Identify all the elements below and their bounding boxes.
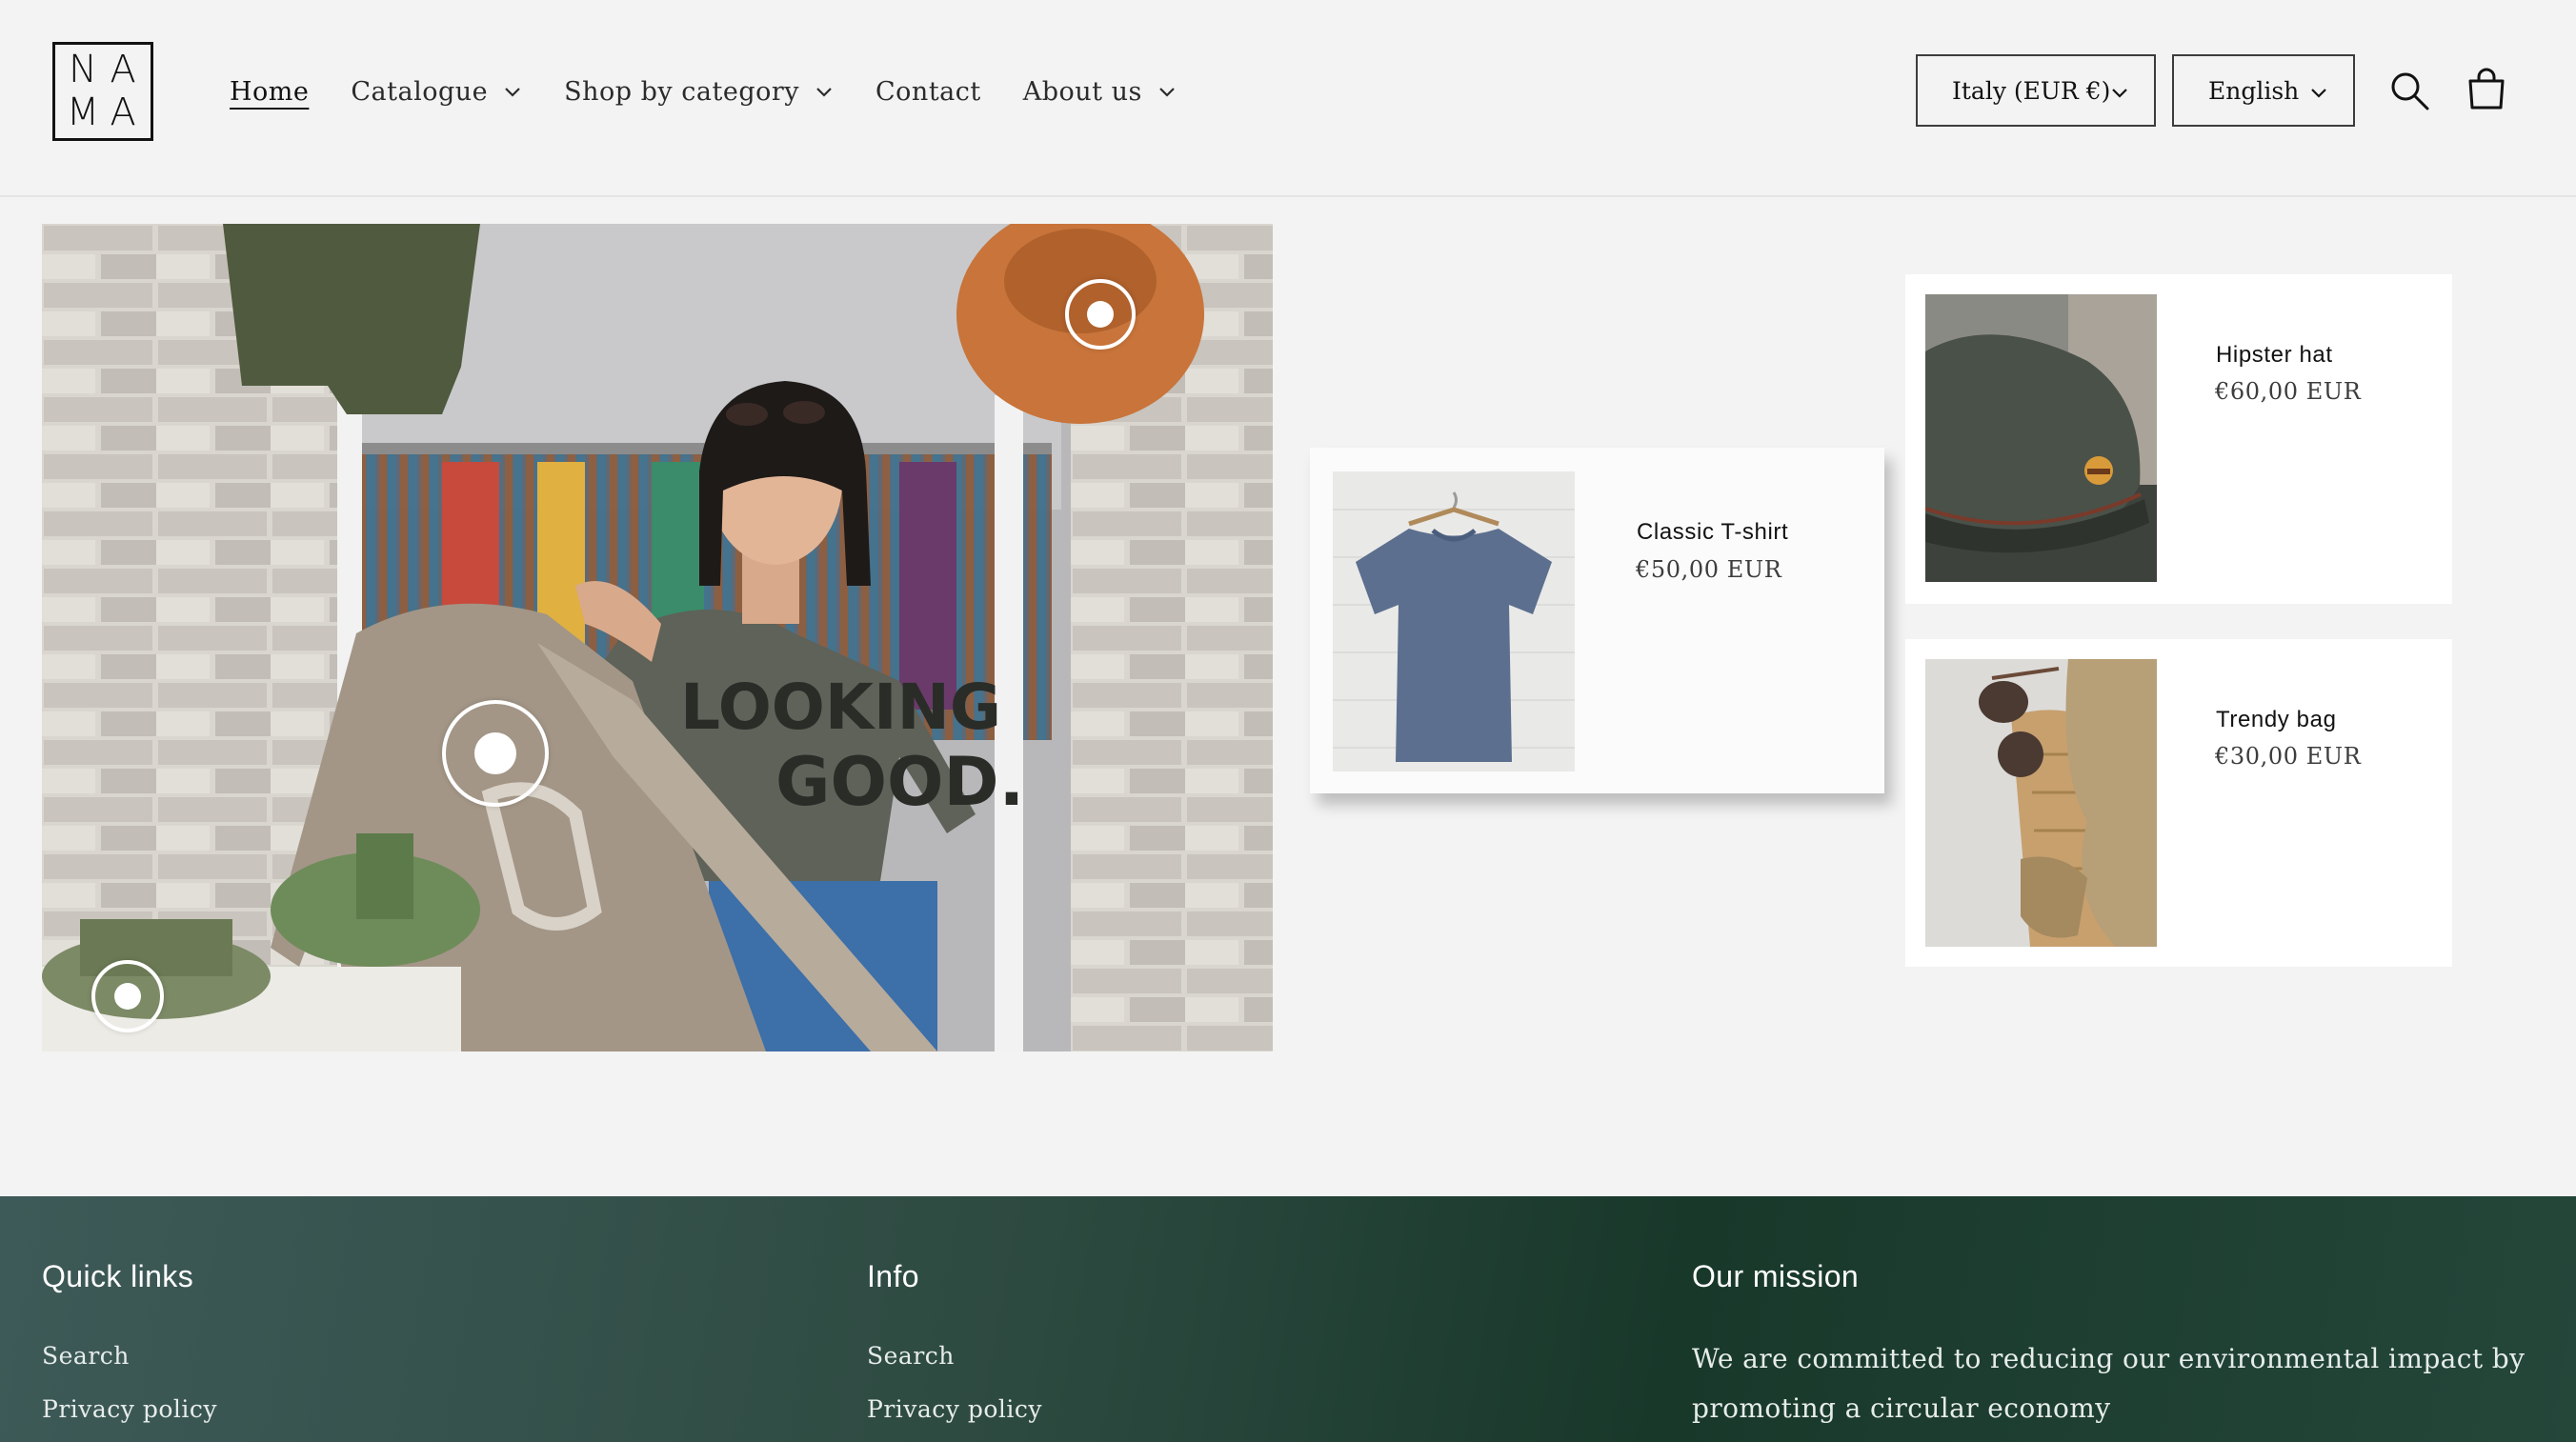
site-footer: Quick links Search Privacy policy Info S…	[0, 1196, 2576, 1442]
nav-item-contact[interactable]: Contact	[875, 77, 981, 107]
country-selector-label: Italy (EUR €)	[1952, 76, 2111, 105]
logo-letter: M	[66, 90, 100, 134]
hotspot-dot	[114, 983, 141, 1010]
footer-link-search[interactable]: Search	[42, 1342, 217, 1370]
product-name: Classic T-shirt	[1637, 519, 1789, 545]
lookbook-photo: LOOKING GOOD.	[42, 224, 1273, 1051]
footer-info: Info Search Privacy policy	[867, 1259, 1042, 1442]
product-price: €30,00 EUR	[2215, 743, 2362, 770]
hotspot-dot	[1087, 301, 1114, 328]
mission-text: We are committed to reducing our environ…	[1692, 1343, 2526, 1424]
store-logo[interactable]: N A M A	[52, 42, 153, 141]
footer-link-privacy-policy[interactable]: Privacy policy	[867, 1395, 1042, 1423]
chevron-down-icon	[2309, 86, 2328, 99]
nav-label: Catalogue	[351, 76, 489, 107]
nav-item-shop-by-category[interactable]: Shop by category	[564, 77, 834, 107]
footer-quick-links: Quick links Search Privacy policy	[42, 1259, 217, 1442]
product-name: Trendy bag	[2216, 707, 2337, 732]
lookbook-hotspot[interactable]	[91, 960, 164, 1032]
nav-item-about-us[interactable]: About us	[1023, 77, 1177, 107]
lookbook-hotspot[interactable]	[1065, 279, 1136, 350]
product-image	[1925, 294, 2157, 582]
language-selector[interactable]: English	[2172, 54, 2355, 127]
chevron-down-icon	[2110, 86, 2129, 99]
product-card-hipster-hat[interactable]: Hipster hat €60,00 EUR	[1905, 274, 2452, 604]
main-navigation: Home Catalogue Shop by category Contact …	[230, 67, 1218, 116]
footer-link-privacy-policy[interactable]: Privacy policy	[42, 1395, 217, 1423]
logo-letter: A	[110, 48, 136, 91]
footer-mission: Our mission We are committed to reducing…	[1692, 1259, 2530, 1433]
footer-heading: Our mission	[1692, 1259, 1860, 1293]
nav-label: About us	[1022, 76, 1142, 107]
search-icon[interactable]	[2389, 70, 2431, 112]
shirt-print: LOOKING	[680, 671, 1001, 744]
lookbook-hotspot[interactable]	[442, 700, 549, 807]
product-card-trendy-bag[interactable]: Trendy bag €30,00 EUR	[1905, 639, 2452, 967]
cart-icon[interactable]	[2465, 68, 2507, 110]
nav-label: Contact	[875, 76, 981, 107]
site-header: N A M A Home Catalogue Shop by category …	[0, 0, 2576, 197]
logo-letter: A	[110, 90, 136, 134]
chevron-down-icon	[815, 85, 834, 98]
product-price: €50,00 EUR	[1636, 556, 1782, 583]
country-selector[interactable]: Italy (EUR €)	[1916, 54, 2156, 127]
footer-heading: Quick links	[42, 1259, 194, 1293]
lookbook-image: LOOKING GOOD.	[42, 224, 1273, 1051]
product-price: €60,00 EUR	[2215, 378, 2362, 405]
product-image	[1925, 659, 2157, 947]
chevron-down-icon	[1157, 85, 1177, 98]
shirt-print: GOOD.	[775, 743, 1024, 821]
footer-link-search[interactable]: Search	[867, 1342, 1042, 1370]
nav-label: Shop by category	[564, 76, 800, 107]
logo-letter: N	[69, 48, 97, 91]
product-image	[1333, 471, 1575, 771]
chevron-down-icon	[503, 85, 522, 98]
nav-label: Home	[230, 76, 310, 107]
hotspot-dot	[474, 732, 516, 774]
product-name: Hipster hat	[2216, 342, 2333, 368]
nav-item-home[interactable]: Home	[230, 77, 309, 107]
footer-heading: Info	[867, 1259, 919, 1293]
nav-item-catalogue[interactable]: Catalogue	[351, 77, 522, 107]
language-selector-label: English	[2208, 76, 2300, 105]
product-card-classic-t-shirt[interactable]: Classic T-shirt €50,00 EUR	[1310, 448, 1884, 793]
